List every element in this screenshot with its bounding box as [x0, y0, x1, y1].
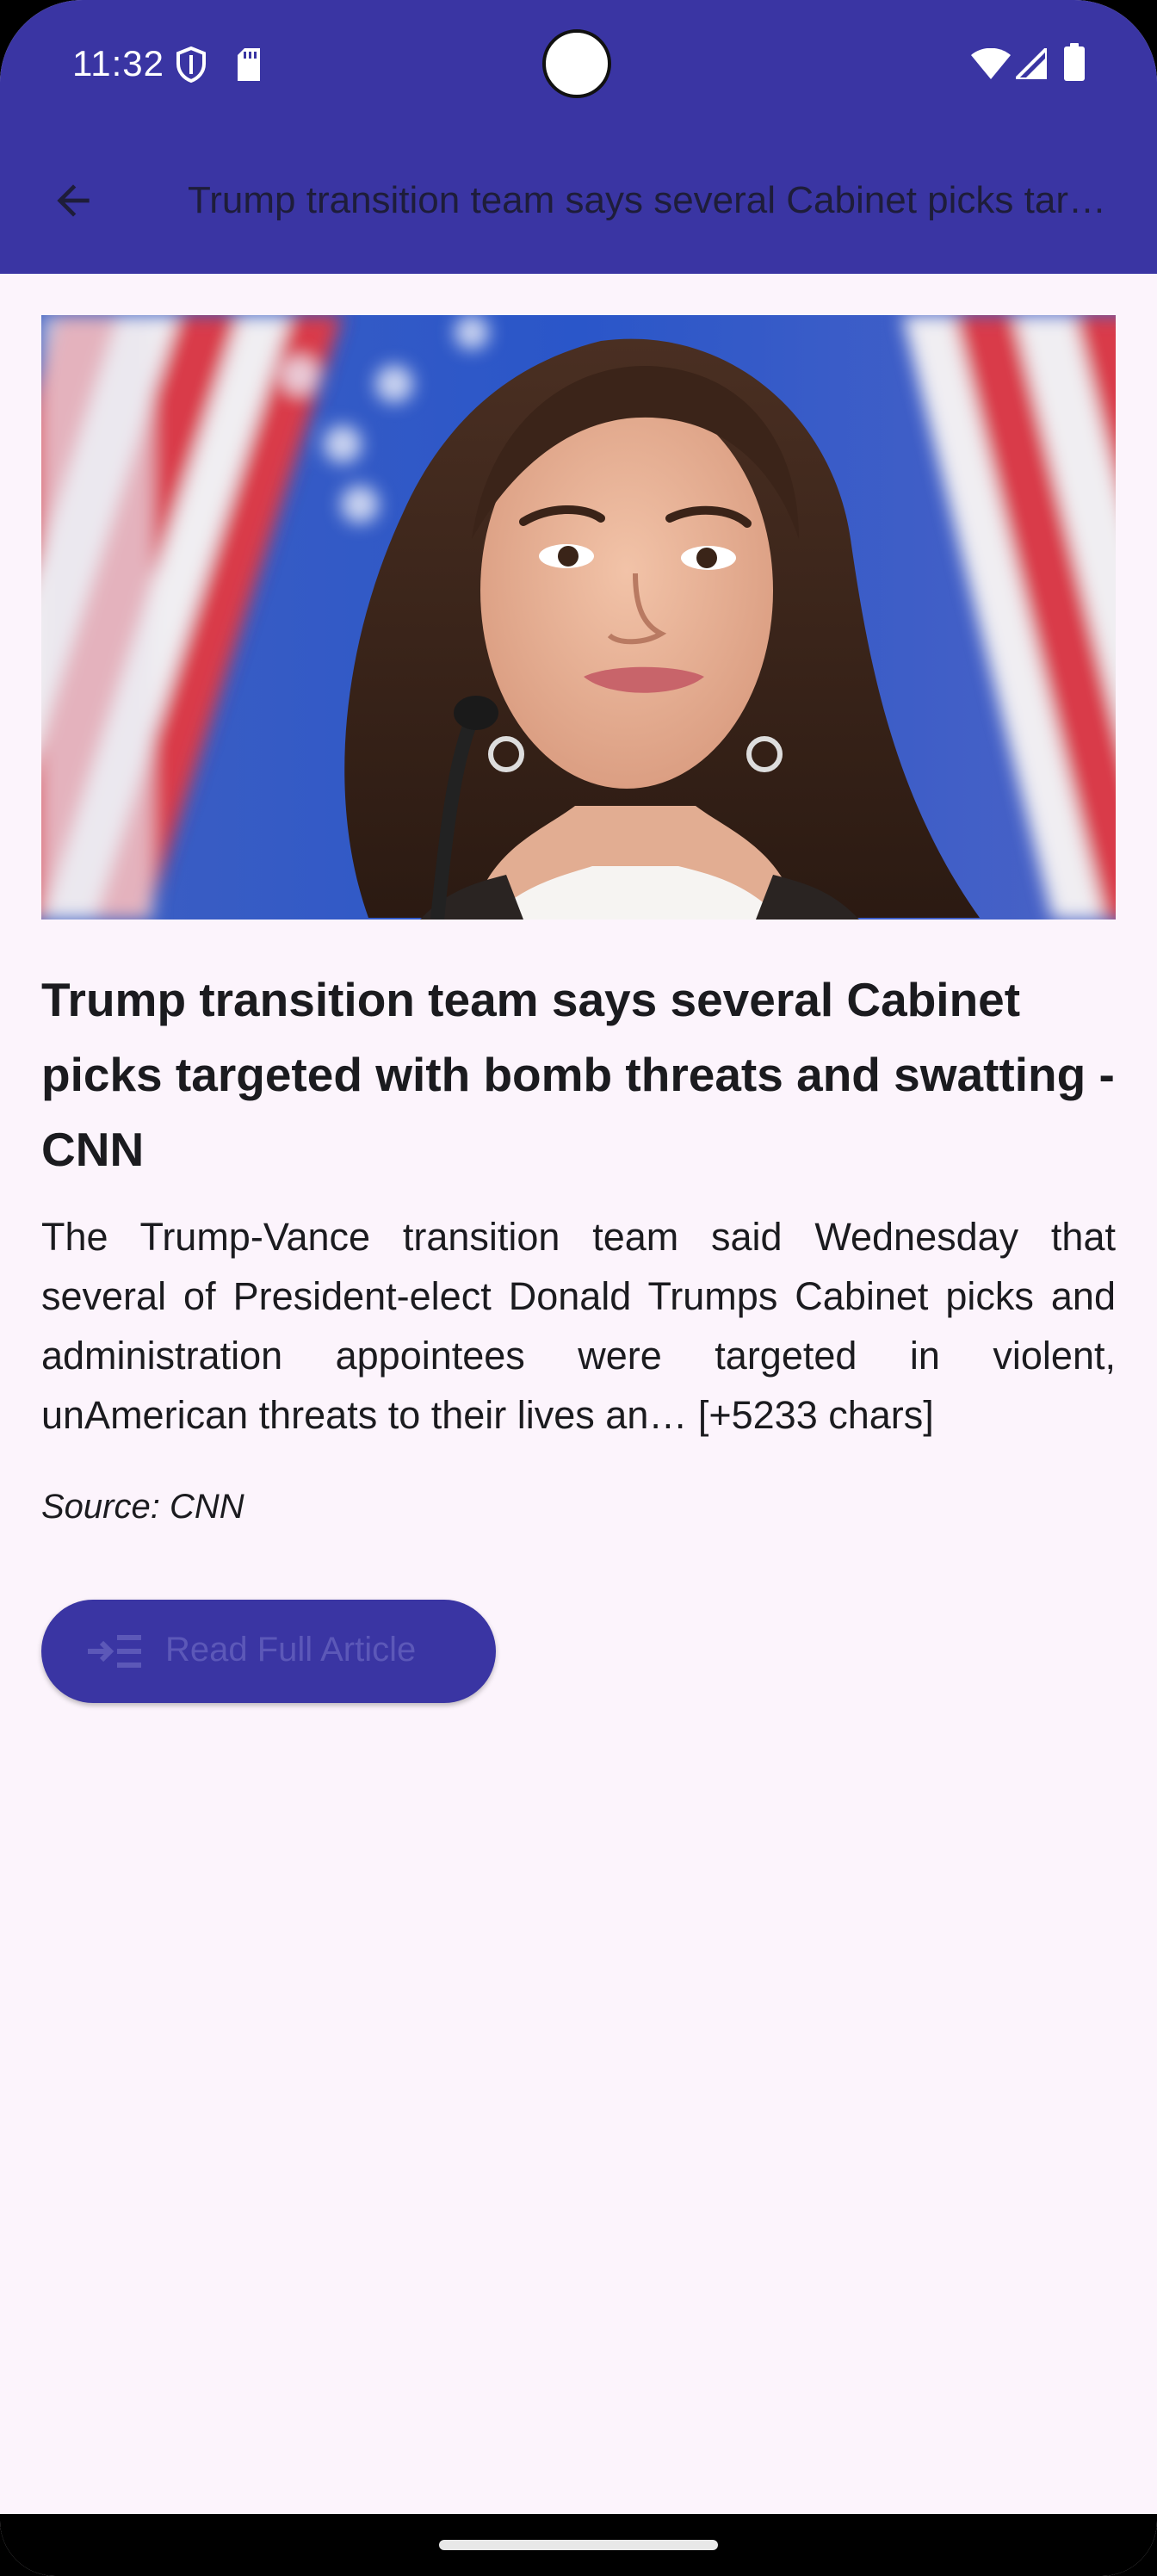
cell-signal-icon [1012, 44, 1049, 84]
status-bar: 11:32 [0, 0, 1157, 129]
article-headline: Trump transition team says several Cabin… [41, 973, 1115, 1176]
read-more-icon [86, 1632, 143, 1670]
home-indicator[interactable] [439, 2540, 718, 2550]
front-camera [542, 29, 611, 98]
shield-icon [176, 46, 207, 87]
read-full-article-label: Read Full Article [165, 1631, 417, 1669]
article-source: Source: CNN [41, 1488, 244, 1526]
article-description: The Trump-Vance transition team said Wed… [41, 1215, 1116, 1437]
app-bar: Trump transition team says several Cabin… [0, 129, 1157, 274]
article-image [41, 315, 1116, 920]
arrow-left-icon [49, 176, 97, 229]
battery-icon [1064, 43, 1085, 85]
wifi-icon [971, 47, 1011, 84]
sd-card-icon [236, 48, 262, 85]
back-button[interactable] [34, 164, 112, 241]
phone-screen: 11:32 Trump transition team says several… [0, 0, 1157, 2576]
app-bar-title: Trump transition team says several Cabin… [188, 179, 1117, 221]
status-time: 11:32 [72, 43, 164, 84]
read-full-article-button[interactable]: Read Full Article [41, 1600, 496, 1703]
